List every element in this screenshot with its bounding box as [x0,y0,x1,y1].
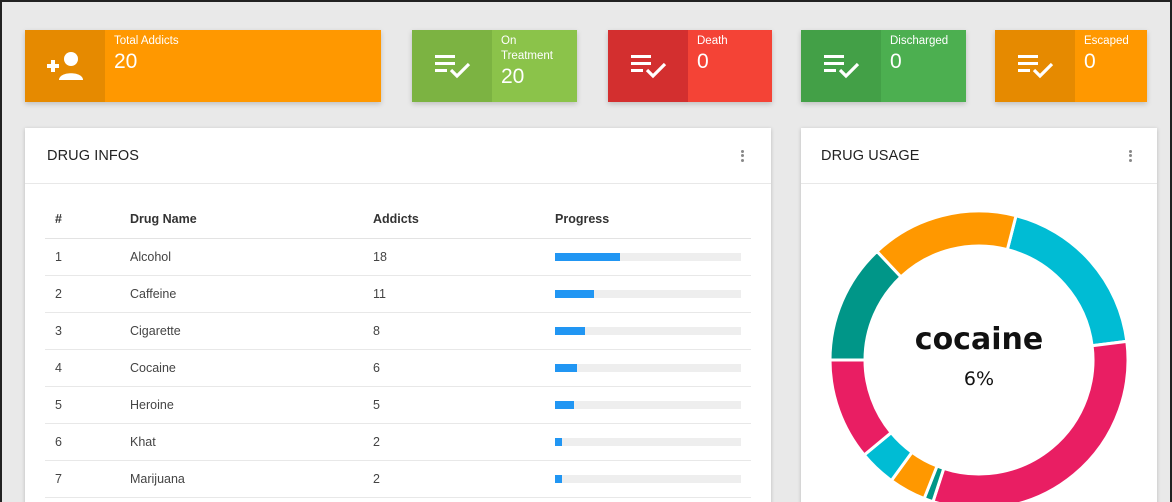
add-user-icon [25,30,105,102]
progress-fill [555,289,595,298]
stat-value: 0 [890,50,902,73]
row-number: 7 [45,460,130,498]
progress-fill [555,363,578,372]
column-header: Drug Name [130,200,373,239]
table-row[interactable]: 2 Caffeine 11 [45,275,751,313]
table-row[interactable]: 5 Heroine 5 [45,386,751,424]
stat-value: 20 [501,65,525,88]
stat-label: Total Addicts [114,35,179,47]
donut-center-value: 6% [963,368,995,390]
death-card[interactable]: Death 0 [608,30,772,102]
stat-value: 0 [1084,50,1096,73]
drug-name: Khat [130,423,373,461]
escaped-card[interactable]: Escaped 0 [995,30,1147,102]
row-number: 2 [45,275,130,313]
progress-cell [555,238,751,276]
table-row[interactable]: 7 Marijuana 2 [45,460,751,498]
row-number: 1 [45,238,130,276]
stat-value: 0 [697,50,709,73]
stat-value: 20 [114,50,138,73]
donut-chart: cocaine 6% [801,128,1157,502]
addicts-count: 6 [373,349,555,387]
checklist-icon [801,30,881,102]
progress-bar [555,252,741,261]
progress-fill [555,252,621,261]
drug-name: Caffeine [130,275,373,313]
addicts-count: 5 [373,386,555,424]
donut-slice[interactable] [874,209,1018,280]
more-options-icon[interactable] [735,148,749,164]
checklist-icon [412,30,492,102]
progress-cell [555,423,751,461]
stat-label: Escaped [1084,35,1129,47]
addicts-count: 2 [373,423,555,461]
progress-fill [555,474,563,483]
donut-slice[interactable] [931,339,1130,502]
drug-name: Heroine [130,386,373,424]
stat-label: On Treatment [501,35,553,62]
addicts-count: 11 [373,275,555,313]
progress-cell [555,312,751,350]
progress-cell [555,349,751,387]
column-header: # [45,200,130,239]
drug-usage-panel: DRUG USAGE cocaine 6% [801,128,1157,502]
donut-svg [828,209,1130,502]
checklist-icon [608,30,688,102]
progress-bar [555,400,741,409]
drug-table: # Drug Name Addicts Progress 1 Alcohol 18 2… [45,200,751,498]
stat-label: Death [697,35,728,47]
donut-center-label: cocaine [914,322,1044,357]
addicts-count: 18 [373,238,555,276]
checklist-icon [995,30,1075,102]
addicts-count: 2 [373,460,555,498]
table-row[interactable]: 6 Khat 2 [45,423,751,461]
table-row[interactable]: 1 Alcohol 18 [45,238,751,276]
stat-label: Discharged [890,35,949,47]
column-header: Addicts [373,200,555,239]
table-row[interactable]: 4 Cocaine 6 [45,349,751,387]
progress-fill [555,400,574,409]
drug-infos-panel: DRUG INFOS # Drug Name Addicts Progress … [25,128,771,502]
progress-bar [555,326,741,335]
drug-name: Cigarette [130,312,373,350]
drug-name: Marijuana [130,460,373,498]
progress-bar [555,474,741,483]
progress-bar [555,437,741,446]
progress-fill [555,437,563,446]
table-header-row: # Drug Name Addicts Progress [45,200,751,239]
row-number: 4 [45,349,130,387]
on-treatment-card[interactable]: On Treatment 20 [412,30,577,102]
progress-bar [555,363,741,372]
row-number: 3 [45,312,130,350]
column-header: Progress [555,200,751,239]
progress-cell [555,460,751,498]
discharged-card[interactable]: Discharged 0 [801,30,966,102]
total-addicts-card[interactable]: Total Addicts 20 [25,30,381,102]
drug-name: Alcohol [130,238,373,276]
row-number: 5 [45,386,130,424]
drug-name: Cocaine [130,349,373,387]
row-number: 6 [45,423,130,461]
panel-header: DRUG INFOS [25,128,771,184]
progress-bar [555,289,741,298]
addicts-count: 8 [373,312,555,350]
panel-title: DRUG INFOS [47,147,140,164]
progress-cell [555,275,751,313]
table-row[interactable]: 3 Cigarette 8 [45,312,751,350]
progress-fill [555,326,585,335]
progress-cell [555,386,751,424]
